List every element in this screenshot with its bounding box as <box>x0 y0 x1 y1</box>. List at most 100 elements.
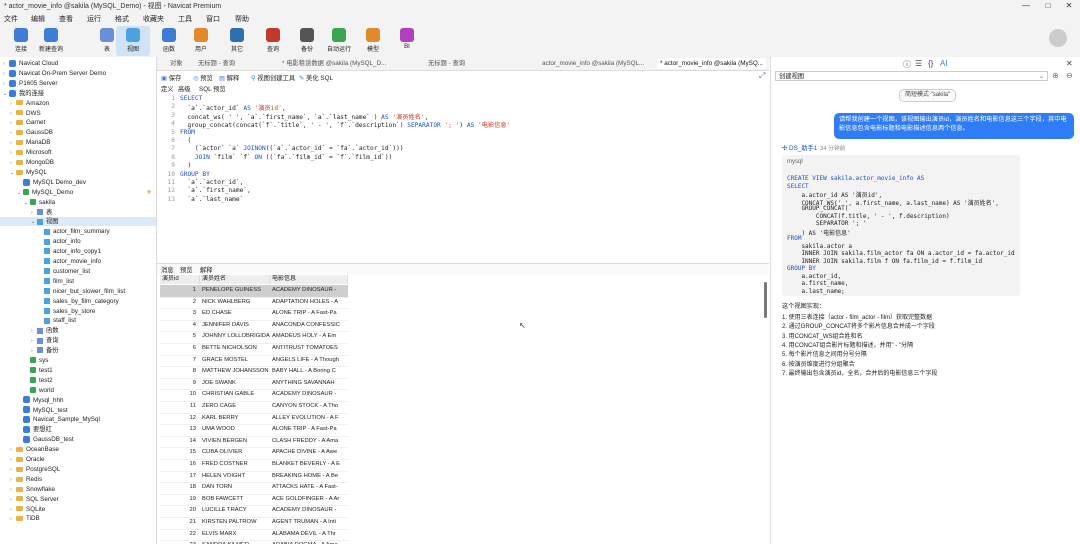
tree-item[interactable]: GaussDB_test <box>0 435 156 444</box>
tree-item[interactable]: › Amazon <box>0 99 156 108</box>
table-cell[interactable]: 2 <box>162 297 200 309</box>
panel-close-icon[interactable]: ✕ <box>1066 59 1073 68</box>
table-cell[interactable]: MATTHEW JOHANSSON <box>202 366 270 378</box>
table-cell[interactable]: ALONE TRIP - A Fast-Pa <box>272 424 348 436</box>
result-tab-preview[interactable]: 预览 <box>180 265 193 274</box>
table-cell[interactable]: ANYTHING SAVANNAH <box>272 378 348 390</box>
beautify-sql-button[interactable]: ✎ 美化 SQL <box>299 73 333 82</box>
braces-icon[interactable]: {} <box>928 59 933 68</box>
table-cell[interactable]: NICK WAHLBERG <box>202 297 270 309</box>
tree-item[interactable]: › Navicat On-Prem Server Demo <box>0 69 156 78</box>
tab-actor-movie-info[interactable]: actor_movie_info @sakila (MySQL... <box>539 58 647 69</box>
table-cell[interactable]: ALLEY EVOLUTION - A F <box>272 413 348 425</box>
toolbar-model-button[interactable]: 模型 <box>356 26 390 56</box>
table-cell[interactable]: BETTE NICHOLSON <box>202 343 270 355</box>
tree-item[interactable]: sales_by_film_category <box>0 297 156 306</box>
tree-item[interactable]: MySQL Demo_dev <box>0 178 156 187</box>
tree-item[interactable]: actor_film_summary <box>0 227 156 236</box>
menu-view[interactable]: 查看 <box>59 14 73 24</box>
tree-item[interactable]: 要想红 <box>0 425 156 434</box>
tree-item[interactable]: › TiDB <box>0 514 156 523</box>
tree-item[interactable]: › Garnet <box>0 118 156 127</box>
table-cell[interactable]: ED CHASE <box>202 308 270 320</box>
table-cell[interactable]: SANDRA KILMER <box>202 540 270 544</box>
table-cell[interactable]: 5 <box>162 331 200 343</box>
tree-item[interactable]: › Redis <box>0 475 156 484</box>
tree-item[interactable]: Mysql_hhh <box>0 396 156 405</box>
tab-objects[interactable]: 对象 <box>167 58 186 69</box>
tree-item[interactable]: › Navicat Cloud <box>0 59 156 68</box>
tree-item[interactable]: customer_list <box>0 267 156 276</box>
table-cell[interactable]: BOB FAWCETT <box>202 494 270 506</box>
tree-item[interactable]: › Oracle <box>0 455 156 464</box>
table-cell[interactable]: 22 <box>162 529 200 541</box>
tree-item[interactable]: › 函数 <box>0 326 156 335</box>
favorite-star-icon[interactable]: ★ <box>146 188 152 196</box>
view-builder-button[interactable]: ⚲ 视图创建工具 <box>251 73 295 82</box>
tree-item[interactable]: film_list <box>0 277 156 286</box>
tree-item[interactable]: › 备份 <box>0 346 156 355</box>
tree-item[interactable]: actor_movie_info <box>0 257 156 266</box>
table-cell[interactable]: AMADEUS HOLY - A Em <box>272 331 348 343</box>
expand-icon[interactable]: ⤢ <box>759 71 765 81</box>
toolbar-new-query-button[interactable]: 新建查询 <box>34 26 68 56</box>
table-cell[interactable]: CUBA OLIVIER <box>202 447 270 459</box>
table-cell[interactable]: 11 <box>162 401 200 413</box>
menu-edit[interactable]: 编辑 <box>31 14 45 24</box>
user-avatar[interactable] <box>1049 29 1067 47</box>
subtab-definition[interactable]: 定义 <box>161 84 174 93</box>
ai-mode-select[interactable]: 创建视图 ⌄ <box>775 71 1048 81</box>
table-cell[interactable]: KIRSTEN PALTROW <box>202 517 270 529</box>
tab-rental-data[interactable]: * 电影租赁数据 @sakila (MySQL_D... <box>279 58 389 69</box>
table-cell[interactable]: ANTITRUST TOMATOES <box>272 343 348 355</box>
table-cell[interactable]: 7 <box>162 355 200 367</box>
minus-icon[interactable]: ⊖ <box>1066 71 1073 80</box>
table-cell[interactable]: GRACE MOSTEL <box>202 355 270 367</box>
toolbar-backup-button[interactable]: 备份 <box>290 26 324 56</box>
table-cell[interactable]: 18 <box>162 482 200 494</box>
tree-item[interactable]: test1 <box>0 366 156 375</box>
table-cell[interactable]: 9 <box>162 378 200 390</box>
table-cell[interactable]: 8 <box>162 366 200 378</box>
table-cell[interactable]: ACE GOLDFINGER - A Ar <box>272 494 348 506</box>
table-cell[interactable]: ACADEMY DINOSAUR - <box>272 389 348 401</box>
tree-item[interactable]: MySQL_test <box>0 406 156 415</box>
tree-item[interactable]: › OceanBase <box>0 445 156 454</box>
tree-item[interactable]: › P1605 Server <box>0 79 156 88</box>
table-cell[interactable]: ALABAMA DEVIL - A Thr <box>272 529 348 541</box>
table-cell[interactable]: BLANKET BEVERLY - A E <box>272 459 348 471</box>
tree-item[interactable]: sys <box>0 356 156 365</box>
toolbar-query-button[interactable]: 查询 <box>256 26 290 56</box>
toolbar-connect-button[interactable]: 连接 <box>4 26 38 56</box>
tree-item[interactable]: › Snowflake <box>0 485 156 494</box>
table-cell[interactable]: ZERO CAGE <box>202 401 270 413</box>
toolbar-automation-button[interactable]: 自动运行 <box>322 26 356 56</box>
result-tab-explain[interactable]: 解释 <box>200 265 213 274</box>
subtab-sql-preview[interactable]: SQL 预览 <box>199 84 226 93</box>
table-cell[interactable]: 21 <box>162 517 200 529</box>
table-cell[interactable]: 10 <box>162 389 200 401</box>
close-button[interactable]: ✕ <box>1058 0 1080 12</box>
table-cell[interactable]: VIVIEN BERGEN <box>202 436 270 448</box>
toolbar-function-button[interactable]: 函数 <box>152 26 186 56</box>
table-cell[interactable]: ELVIS MARX <box>202 529 270 541</box>
tree-item[interactable]: › 查询 <box>0 336 156 345</box>
table-cell[interactable]: JOHNNY LOLLOBRIGIDA <box>202 331 270 343</box>
table-cell[interactable]: HELEN VOIGHT <box>202 471 270 483</box>
table-cell[interactable]: BREAKING HOME - A Be <box>272 471 348 483</box>
table-cell[interactable]: 15 <box>162 447 200 459</box>
table-cell[interactable]: CANYON STOCK - A Tho <box>272 401 348 413</box>
table-cell[interactable]: JOE SWANK <box>202 378 270 390</box>
toolbar-view-button[interactable]: 视图 <box>116 26 150 56</box>
table-cell[interactable]: ACADEMY DINOSAUR - <box>272 285 348 297</box>
table-cell[interactable]: ANACONDA CONFESSIC <box>272 320 348 332</box>
table-cell[interactable]: CLASH FREDDY - A Ama <box>272 436 348 448</box>
context-chip[interactable]: 简短模式 "sakila" <box>899 89 957 102</box>
table-cell[interactable]: APACHE DIVINE - A Awe <box>272 447 348 459</box>
table-cell[interactable]: CHRISTIAN GABLE <box>202 389 270 401</box>
subtab-advanced[interactable]: 高级 <box>178 84 191 93</box>
table-cell[interactable]: 4 <box>162 320 200 332</box>
table-cell[interactable]: ANGELS LIFE - A Though <box>272 355 348 367</box>
table-cell[interactable]: PENELOPE GUINESS <box>202 285 270 297</box>
table-cell[interactable]: ADAPTATION HOLES - A <box>272 297 348 309</box>
